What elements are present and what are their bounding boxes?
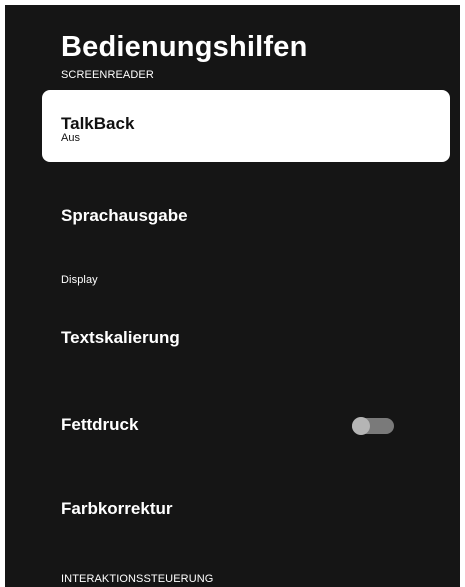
page-title: Bedienungshilfen bbox=[61, 31, 308, 63]
bold-text-label: Fettdruck bbox=[61, 415, 139, 434]
bold-text-item[interactable]: Fettdruck bbox=[42, 395, 450, 467]
text-scaling-item[interactable]: Textskalierung bbox=[42, 303, 450, 375]
text-scaling-label: Textskalierung bbox=[61, 328, 180, 347]
section-header-display: Display bbox=[61, 274, 98, 286]
speech-output-item[interactable]: Sprachausgabe bbox=[42, 181, 450, 253]
settings-panel: Bedienungshilfen SCREENREADER TalkBack A… bbox=[5, 5, 460, 587]
section-header-screenreader: SCREENREADER bbox=[61, 69, 154, 81]
talkback-label: TalkBack bbox=[61, 114, 135, 133]
talkback-item[interactable]: TalkBack Aus bbox=[42, 90, 450, 162]
color-correction-label: Farbkorrektur bbox=[61, 499, 173, 518]
bold-text-toggle[interactable] bbox=[352, 417, 394, 435]
speech-output-label: Sprachausgabe bbox=[61, 206, 188, 225]
section-header-interaction: INTERAKTIONSSTEUERUNG bbox=[61, 573, 214, 585]
toggle-knob bbox=[352, 417, 370, 435]
color-correction-item[interactable]: Farbkorrektur bbox=[42, 479, 450, 551]
talkback-status: Aus bbox=[61, 132, 80, 144]
